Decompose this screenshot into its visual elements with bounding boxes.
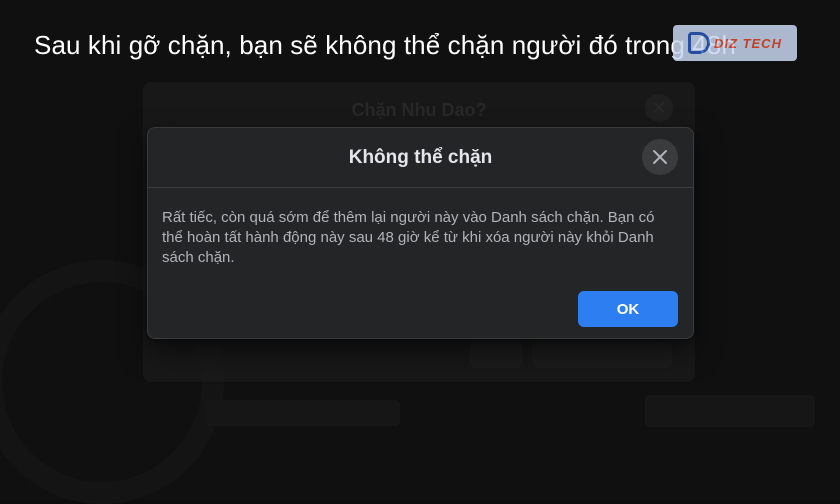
background-button [532, 342, 672, 368]
cannot-block-dialog: Không thể chặn Rất tiếc, còn quá sớm để … [147, 127, 694, 339]
ok-button[interactable]: OK [578, 291, 678, 327]
dialog-message: Rất tiếc, còn quá sớm để thêm lại người … [162, 209, 655, 266]
logo-text: DIZ TECH [714, 35, 782, 51]
background-button [470, 342, 522, 368]
background-close-icon: ✕ [645, 94, 673, 122]
close-icon [653, 150, 667, 164]
dialog-header: Không thể chặn [148, 128, 693, 188]
close-button[interactable] [642, 139, 678, 175]
brand-logo: DIZ TECH [673, 25, 797, 61]
dialog-title: Không thể chặn [348, 147, 493, 168]
background-dialog-title: Chặn Nhu Dao? [351, 100, 487, 120]
logo-icon [688, 32, 711, 54]
background-text [205, 400, 400, 426]
background-text [645, 395, 815, 427]
caption-text: Sau khi gỡ chặn, bạn sẽ không thể chặn n… [34, 30, 736, 60]
